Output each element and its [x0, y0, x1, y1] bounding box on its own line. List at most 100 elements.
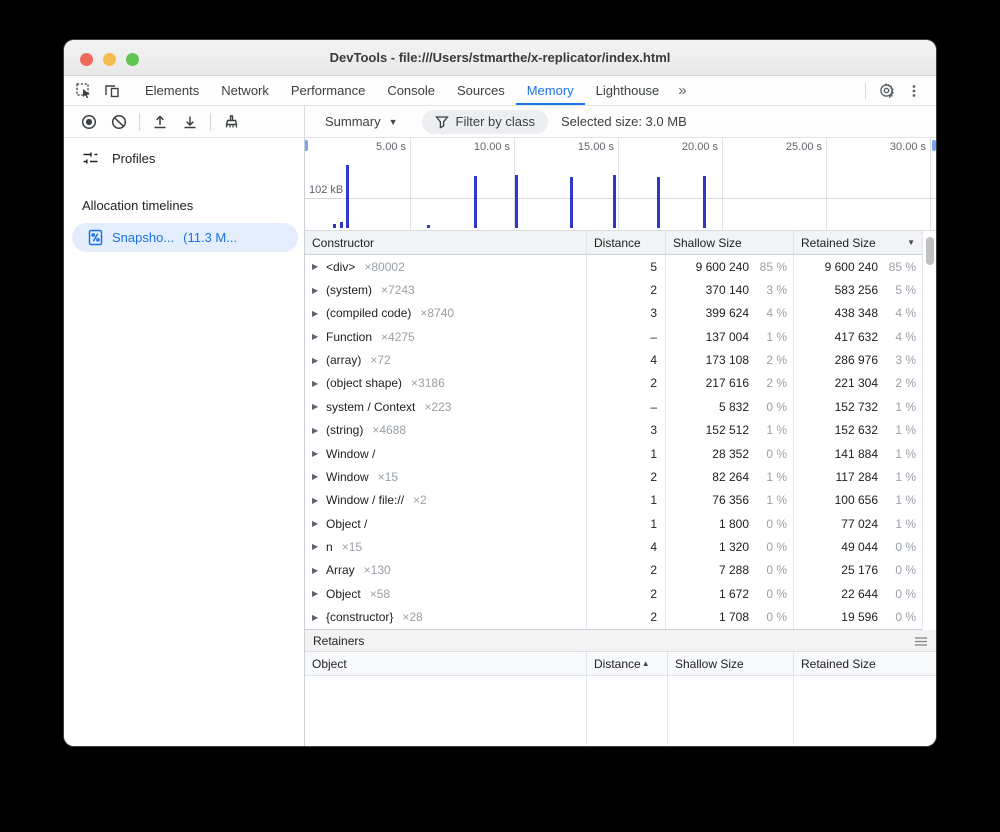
table-row[interactable]: ▶ (array) ×72 4 173 108 2 % 286 976 3 % [305, 348, 936, 371]
range-handle-right[interactable] [932, 140, 936, 151]
tab-memory[interactable]: Memory [516, 76, 585, 105]
retainers-column-retained-size[interactable]: Retained Size [793, 652, 936, 675]
toolbar-icons-group [64, 106, 305, 137]
collect-garbage-button[interactable] [216, 109, 246, 135]
expand-arrow-icon[interactable]: ▶ [312, 309, 326, 318]
class-filter-placeholder: Filter by class [456, 114, 535, 129]
table-scrollbar[interactable] [922, 231, 936, 630]
zoom-window-button[interactable] [126, 53, 139, 66]
retained-size-value: 19 596 [794, 610, 878, 624]
shallow-size-percent: 1 % [749, 470, 787, 484]
record-heap-button[interactable] [74, 109, 104, 135]
shallow-size-cell: 76 356 1 % [665, 489, 793, 512]
expand-arrow-icon[interactable]: ▶ [312, 613, 326, 622]
table-row[interactable]: ▶ Window ×15 2 82 264 1 % 117 284 1 % [305, 465, 936, 488]
tab-lighthouse[interactable]: Lighthouse [585, 76, 671, 105]
table-row[interactable]: ▶ Window / file:// ×2 1 76 356 1 % 100 6… [305, 489, 936, 512]
retainers-distance-label: Distance [594, 657, 641, 671]
scrollbar-thumb[interactable] [926, 237, 934, 265]
inspect-element-button[interactable] [70, 76, 98, 105]
retained-size-percent: 1 % [878, 400, 916, 414]
column-header-retained-size[interactable]: Retained Size ▼ [793, 231, 922, 254]
retainers-body [305, 676, 936, 745]
panel-tabs: Elements Network Performance Console Sou… [134, 76, 695, 105]
expand-arrow-icon[interactable]: ▶ [312, 542, 326, 551]
expand-arrow-icon[interactable]: ▶ [312, 332, 326, 341]
retainers-column-distance[interactable]: Distance ▲ [586, 652, 667, 675]
retainers-menu-button[interactable] [914, 635, 928, 647]
divider [210, 113, 211, 131]
distance-value: 2 [586, 582, 665, 605]
column-header-distance[interactable]: Distance [586, 231, 665, 254]
sort-ascending-icon: ▲ [642, 659, 650, 668]
constructor-name: Window / file:// [326, 493, 404, 507]
table-row[interactable]: ▶ (compiled code) ×8740 3 399 624 4 % 43… [305, 302, 936, 325]
expand-arrow-icon[interactable]: ▶ [312, 472, 326, 481]
retainers-header-row: Object Distance ▲ Shallow Size Retained … [305, 652, 936, 676]
expand-arrow-icon[interactable]: ▶ [312, 519, 326, 528]
table-row[interactable]: ▶ Function ×4275 – 137 004 1 % 417 632 4… [305, 325, 936, 348]
timeline-plot[interactable]: 102 kB 5.00 s10.00 s15.00 s20.00 s25.00 … [305, 138, 936, 231]
timeline-gridline [618, 138, 619, 230]
expand-arrow-icon[interactable]: ▶ [312, 356, 326, 365]
tab-sources[interactable]: Sources [446, 76, 516, 105]
class-filter-input[interactable]: Filter by class [422, 110, 548, 134]
toggle-device-toolbar-button[interactable] [98, 76, 126, 105]
table-row[interactable]: ▶ Object / 1 1 800 0 % 77 024 1 % [305, 512, 936, 535]
constructor-name: (system) [326, 283, 372, 297]
shallow-size-value: 82 264 [666, 470, 749, 484]
retained-size-cell: 221 304 2 % [793, 372, 922, 395]
table-row[interactable]: ▶ n ×15 4 1 320 0 % 49 044 0 % [305, 535, 936, 558]
clear-profiles-button[interactable] [104, 109, 134, 135]
kebab-menu-icon [906, 83, 922, 99]
shallow-size-value: 76 356 [666, 493, 749, 507]
table-row[interactable]: ▶ Array ×130 2 7 288 0 % 25 176 0 % [305, 559, 936, 582]
table-row[interactable]: ▶ (system) ×7243 2 370 140 3 % 583 256 5… [305, 278, 936, 301]
expand-arrow-icon[interactable]: ▶ [312, 262, 326, 271]
tab-console[interactable]: Console [376, 76, 446, 105]
expand-arrow-icon[interactable]: ▶ [312, 402, 326, 411]
constructor-name: Window / [326, 447, 375, 461]
profiles-header[interactable]: Profiles [82, 146, 155, 170]
minimize-window-button[interactable] [103, 53, 116, 66]
tab-performance[interactable]: Performance [280, 76, 376, 105]
tab-elements[interactable]: Elements [134, 76, 210, 105]
expand-arrow-icon[interactable]: ▶ [312, 449, 326, 458]
table-row[interactable]: ▶ Object ×58 2 1 672 0 % 22 644 0 % [305, 582, 936, 605]
load-profile-button[interactable] [145, 109, 175, 135]
snapshot-item[interactable]: Snapsho... (11.3 M... [72, 223, 298, 252]
retainers-column-shallow-size[interactable]: Shallow Size [667, 652, 793, 675]
more-tabs-button[interactable]: » [670, 76, 694, 105]
timeline-gridline [410, 138, 411, 230]
column-header-constructor[interactable]: Constructor [305, 231, 586, 254]
perspective-select[interactable]: Summary ▼ [315, 114, 408, 129]
table-row[interactable]: ▶ (object shape) ×3186 2 217 616 2 % 221… [305, 372, 936, 395]
retained-size-cell: 141 884 1 % [793, 442, 922, 465]
column-header-shallow-size[interactable]: Shallow Size [665, 231, 793, 254]
customize-devtools-button[interactable] [900, 83, 928, 99]
range-handle-left[interactable] [305, 140, 308, 151]
expand-arrow-icon[interactable]: ▶ [312, 566, 326, 575]
save-profile-button[interactable] [175, 109, 205, 135]
close-window-button[interactable] [80, 53, 93, 66]
expand-arrow-icon[interactable]: ▶ [312, 379, 326, 388]
shallow-size-percent: 85 % [749, 260, 787, 274]
retainers-column-object[interactable]: Object [305, 652, 586, 675]
constructor-name: Function [326, 330, 372, 344]
expand-arrow-icon[interactable]: ▶ [312, 286, 326, 295]
shallow-size-percent: 0 % [749, 447, 787, 461]
tab-network[interactable]: Network [210, 76, 280, 105]
distance-value: 4 [586, 348, 665, 371]
table-row[interactable]: ▶ Window / 1 28 352 0 % 141 884 1 % [305, 442, 936, 465]
table-row[interactable]: ▶ (string) ×4688 3 152 512 1 % 152 632 1… [305, 419, 936, 442]
expand-arrow-icon[interactable]: ▶ [312, 496, 326, 505]
table-row[interactable]: ▶ <div> ×80002 5 9 600 240 85 % 9 600 24… [305, 255, 936, 278]
expand-arrow-icon[interactable]: ▶ [312, 589, 326, 598]
shallow-size-value: 1 708 [666, 610, 749, 624]
instance-count: ×2 [413, 493, 427, 507]
settings-button[interactable] [872, 82, 900, 99]
table-row[interactable]: ▶ {constructor} ×28 2 1 708 0 % 19 596 0… [305, 605, 936, 628]
expand-arrow-icon[interactable]: ▶ [312, 426, 326, 435]
constructor-cell: ▶ (array) ×72 [305, 348, 586, 371]
table-row[interactable]: ▶ system / Context ×223 – 5 832 0 % 152 … [305, 395, 936, 418]
